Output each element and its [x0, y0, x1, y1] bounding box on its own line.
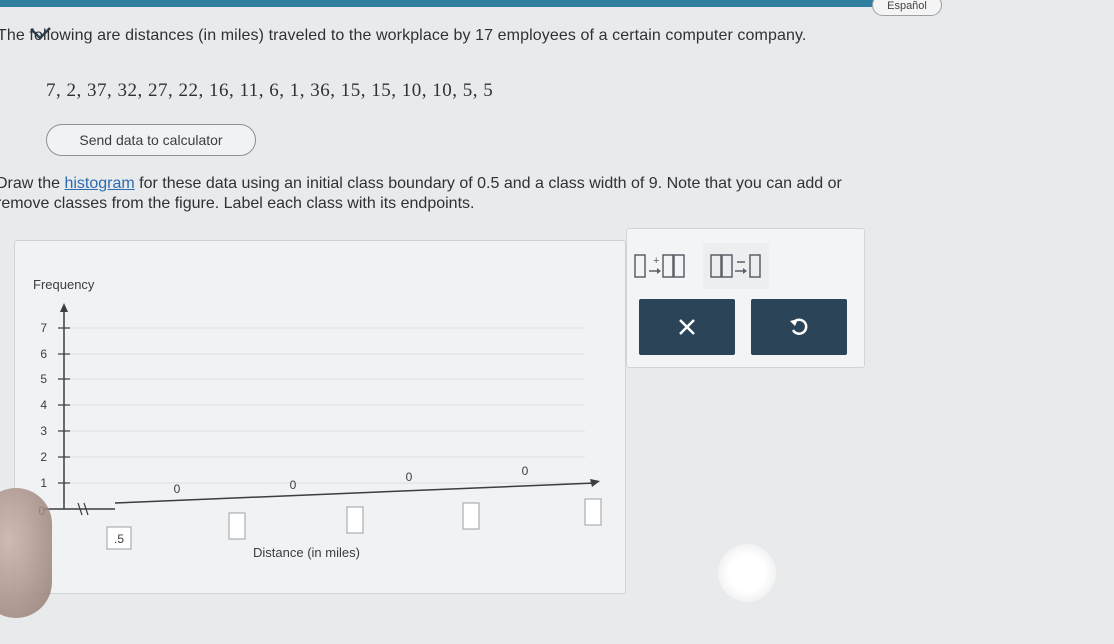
- y-axis-title: Frequency: [33, 277, 95, 292]
- class-boundary-input[interactable]: [584, 498, 602, 526]
- language-button[interactable]: Español: [872, 0, 942, 16]
- y-tick-label: 2: [40, 450, 47, 464]
- svg-text:+: +: [653, 255, 659, 267]
- delete-button[interactable]: [639, 299, 735, 355]
- remove-class-tool[interactable]: [703, 243, 769, 289]
- x-axis: [114, 482, 596, 504]
- y-tick-label: 7: [40, 321, 47, 335]
- class-boundary-input[interactable]: [462, 502, 480, 530]
- undo-button[interactable]: [751, 299, 847, 355]
- undo-icon: [790, 318, 808, 335]
- first-boundary-value: .5: [114, 532, 124, 546]
- class-frequency-label[interactable]: 0: [290, 478, 297, 492]
- histogram-tools-panel: +: [626, 228, 865, 368]
- y-tick-label: 1: [40, 476, 47, 490]
- y-axis-arrow: [60, 303, 68, 312]
- y-tick-label: 3: [40, 424, 47, 438]
- close-icon: [679, 319, 695, 335]
- class-frequency-label[interactable]: 0: [522, 464, 529, 478]
- remove-class-icon: [710, 254, 761, 278]
- finger-occlusion: [0, 488, 52, 618]
- histogram-link[interactable]: histogram: [64, 175, 134, 192]
- class-boundary-input[interactable]: [228, 512, 246, 540]
- problem-intro: The following are distances (in miles) t…: [0, 27, 807, 44]
- y-tick-label: 5: [40, 372, 47, 386]
- data-values: 7, 2, 37, 32, 27, 22, 16, 11, 6, 1, 36, …: [46, 80, 494, 101]
- class-frequency-label[interactable]: 0: [406, 470, 413, 484]
- class-frequency-label[interactable]: 0: [174, 482, 181, 496]
- add-class-icon: +: [634, 254, 685, 278]
- instruction-line-2: remove classes from the figure. Label ea…: [0, 195, 475, 212]
- instruction-part2: for these data using an initial class bo…: [134, 175, 842, 192]
- histogram-graph[interactable]: 0 1 2 3 4 5 6 7 Frequency 0 0 0 0 .5 Dis…: [15, 241, 625, 593]
- y-tick-label: 4: [40, 398, 47, 412]
- y-tick-label: 6: [40, 347, 47, 361]
- add-class-tool[interactable]: +: [627, 243, 693, 289]
- top-accent-bar: [0, 0, 905, 7]
- instruction-line-1: Draw the histogram for these data using …: [0, 175, 842, 193]
- class-boundary-input[interactable]: [346, 506, 364, 534]
- instruction-part1: Draw the: [0, 175, 65, 192]
- x-axis-title: Distance (in miles): [253, 545, 360, 560]
- screen-glare: [718, 544, 776, 602]
- send-data-button[interactable]: Send data to calculator: [46, 124, 256, 156]
- x-axis-arrow: [590, 479, 600, 487]
- histogram-graph-panel[interactable]: 0 1 2 3 4 5 6 7 Frequency 0 0 0 0 .5 Dis…: [14, 240, 626, 594]
